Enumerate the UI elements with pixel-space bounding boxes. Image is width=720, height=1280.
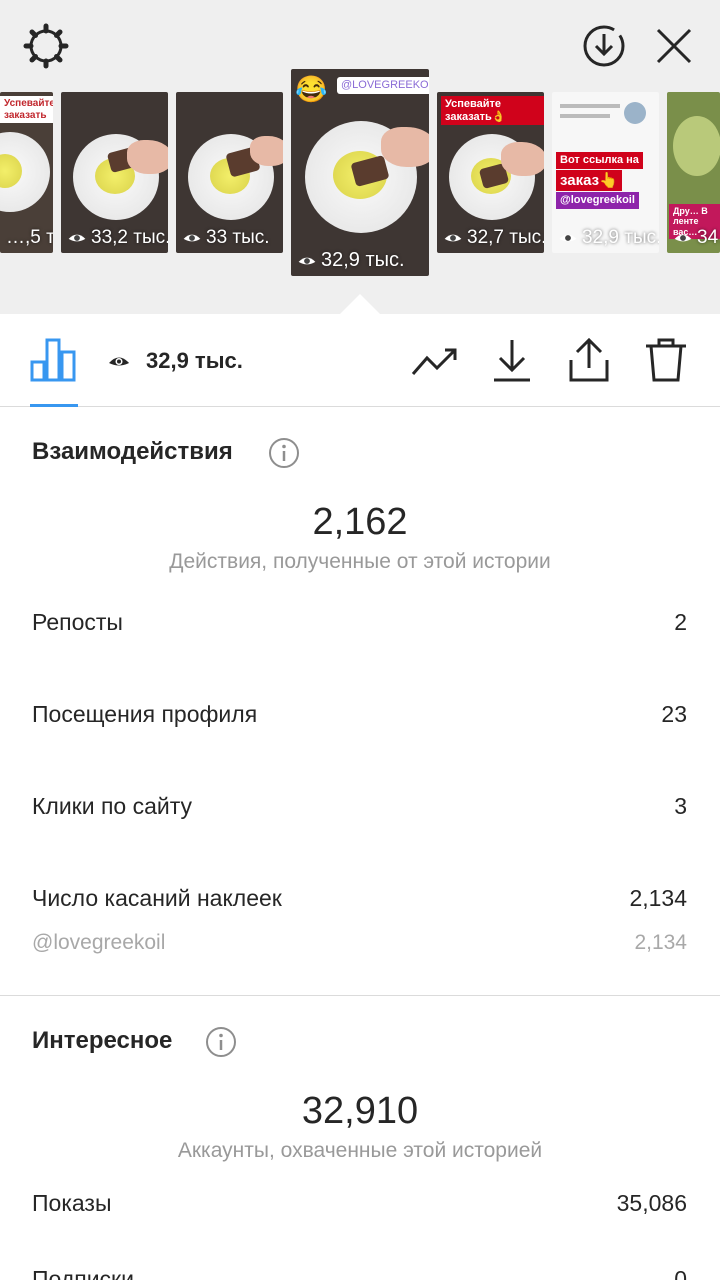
avatar xyxy=(624,102,646,124)
settings-gear-icon[interactable] xyxy=(22,22,70,70)
close-icon[interactable] xyxy=(650,22,698,70)
story-sticker-line: Вот ссылка на xyxy=(556,152,643,169)
discovery-total: 32,910 xyxy=(301,1090,419,1132)
eye-icon xyxy=(68,234,86,242)
selected-story-pointer xyxy=(338,294,382,316)
eye-icon xyxy=(559,234,577,242)
story-view-count: 32,9 тыс. xyxy=(297,249,405,272)
metric-value-sticker-taps: 2,134 xyxy=(629,885,687,911)
story-thumbnail[interactable]: Вот ссылка на заказ👆 @lovegreekoil 32,9 … xyxy=(552,92,659,253)
interactions-total-caption: Действия, полученные от этой истории xyxy=(169,550,551,573)
interactions-total: 2,162 xyxy=(312,501,408,543)
story-thumbnail-selected[interactable]: 😂 @LOVEGREEKOIL 32,9 тыс. xyxy=(291,69,429,276)
eye-icon xyxy=(298,257,316,264)
trash-icon[interactable] xyxy=(642,336,690,384)
story-view-count: 32,7 тыс. xyxy=(443,227,544,249)
story-view-count: 32,9 тыс. xyxy=(558,227,659,249)
info-icon[interactable] xyxy=(268,437,300,469)
metric-label-profile-visits: Посещения профиля xyxy=(32,701,258,727)
metric-value-follows: 0 xyxy=(674,1266,687,1280)
download-icon[interactable] xyxy=(488,336,536,384)
metric-sublabel-mention: @lovegreekoil xyxy=(32,931,166,954)
discovery-total-caption: Аккаунты, охваченные этой историей xyxy=(177,1139,543,1162)
story-sticker-line: @lovegreekoil xyxy=(556,192,639,209)
story-thumbnail[interactable]: 33,2 тыс. xyxy=(61,92,168,253)
story-sticker-line: заказ👆 xyxy=(556,170,622,192)
pasta-dish xyxy=(673,116,720,176)
insights-bar-chart-icon[interactable] xyxy=(30,336,76,382)
active-tab-indicator xyxy=(30,404,78,407)
story-toolbar: 32,9 тыс. xyxy=(0,314,720,407)
story-view-count: …,5 тыс. xyxy=(6,227,53,248)
story-view-count: 33 тыс. xyxy=(182,227,270,249)
metric-value-profile-visits: 23 xyxy=(661,701,687,727)
metric-value-website-clicks: 3 xyxy=(674,793,687,819)
metric-value-reposts: 2 xyxy=(674,609,687,635)
trending-up-icon[interactable] xyxy=(411,336,459,384)
story-view-count-label: 32,9 тыс. xyxy=(146,348,243,373)
story-sticker: Успевайте заказать xyxy=(0,96,53,123)
section-divider xyxy=(0,995,720,996)
eye-icon xyxy=(444,234,462,242)
story-view-count: 34… xyxy=(673,227,720,249)
eye-icon xyxy=(674,234,692,242)
mention-sticker: @LOVEGREEKOIL xyxy=(337,77,429,94)
download-circle-icon[interactable] xyxy=(580,22,628,70)
story-sticker: Успевайте заказать👌 xyxy=(441,96,544,126)
screenshot-text-line xyxy=(560,104,620,108)
story-view-count: 33,2 тыс. xyxy=(67,227,168,249)
metric-label-website-clicks: Клики по сайту xyxy=(32,793,193,819)
story-thumbnail[interactable]: 33 тыс. xyxy=(176,92,283,253)
section-title-interactions: Взаимодействия xyxy=(32,438,233,465)
metric-value-impressions: 35,086 xyxy=(616,1190,687,1216)
info-icon[interactable] xyxy=(205,1026,237,1058)
metric-label-sticker-taps: Число касаний наклеек xyxy=(32,885,282,911)
story-thumbnail[interactable]: Дру… В ленте вас… 34… xyxy=(667,92,720,253)
story-thumbnail[interactable]: Успевайте заказать👌 32,7 тыс. xyxy=(437,92,544,253)
share-icon[interactable] xyxy=(565,336,613,384)
eye-icon xyxy=(183,234,201,242)
screenshot-text-line xyxy=(560,114,610,118)
story-strip-area: Успевайте заказать …,5 тыс. 33,2 тыс. 33… xyxy=(0,0,720,316)
metric-label-impressions: Показы xyxy=(32,1190,112,1216)
laughing-emoji-icon: 😂 xyxy=(295,74,328,104)
section-title-discovery: Интересное xyxy=(32,1027,173,1054)
metric-subvalue-mention: 2,134 xyxy=(634,931,687,954)
eye-icon xyxy=(109,357,129,366)
metric-label-reposts: Репосты xyxy=(32,609,123,635)
metric-label-follows: Подписки xyxy=(32,1266,134,1280)
story-thumbnail[interactable]: Успевайте заказать …,5 тыс. xyxy=(0,92,53,253)
